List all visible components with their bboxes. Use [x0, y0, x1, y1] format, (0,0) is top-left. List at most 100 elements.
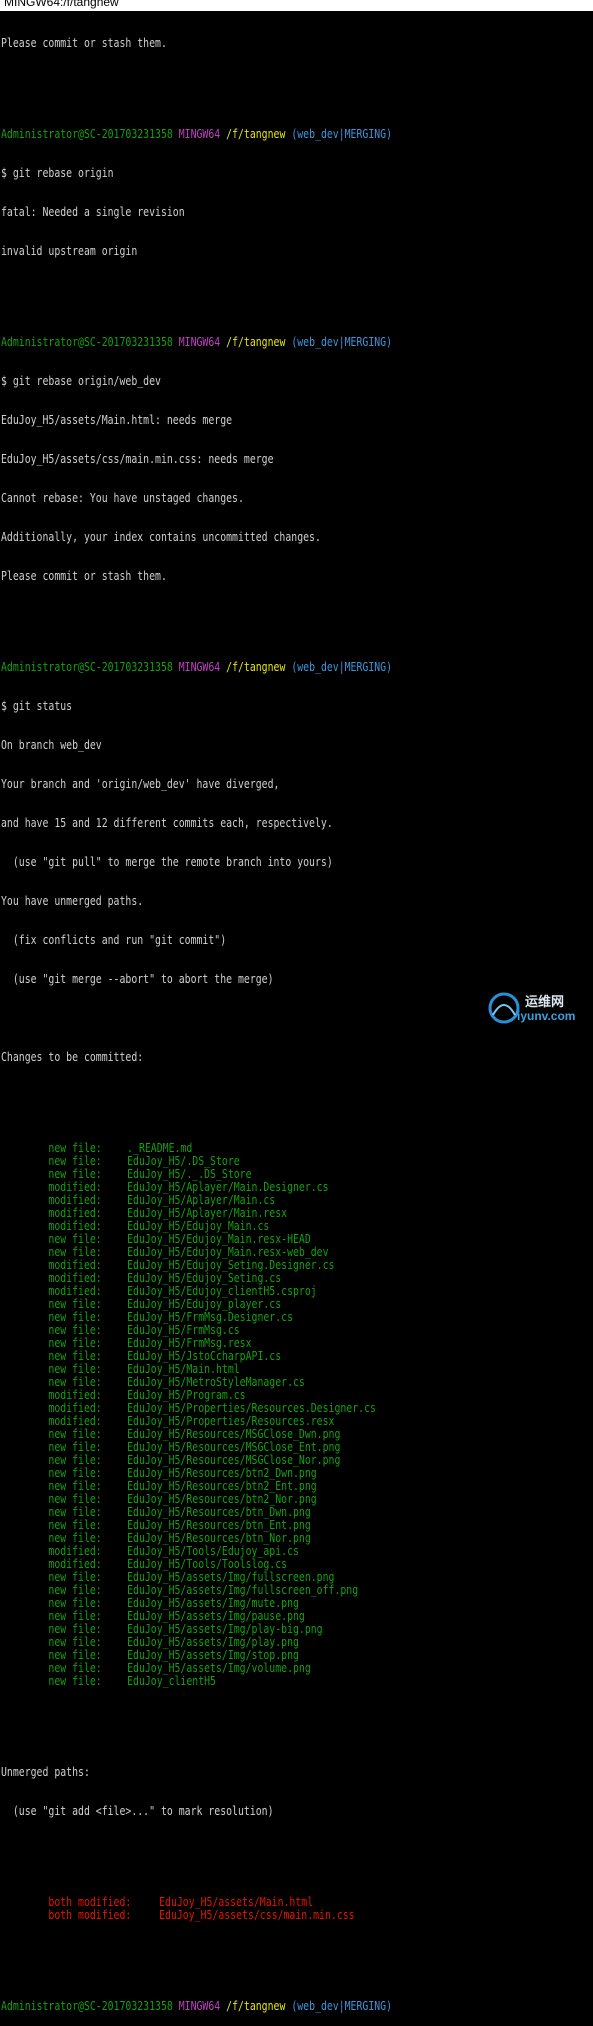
staged-file-row: new file: EduJoy_H5/assets/Img/volume.png	[1, 1662, 486, 1675]
prompt-branch: (web_dev|MERGING)	[291, 660, 393, 674]
window-titlebar[interactable]: MINGW64:/f/tangnew	[0, 0, 593, 11]
file-status: new file:	[48, 1375, 102, 1389]
status-line: (use "git pull" to merge the remote bran…	[1, 855, 333, 869]
file-path: EduJoy_H5/Resources/btn2_Nor.png	[127, 1492, 317, 1506]
prompt-user: Administrator@SC-201703231358	[1, 660, 173, 674]
file-status: new file:	[48, 1492, 102, 1506]
file-path: EduJoy_H5/assets/Img/mute.png	[127, 1596, 299, 1610]
file-status: modified:	[48, 1414, 102, 1428]
command-line: $ git status	[1, 699, 73, 713]
file-path: EduJoy_H5/assets/Img/fullscreen.png	[127, 1570, 335, 1584]
file-status: modified:	[48, 1206, 102, 1220]
file-status: new file:	[48, 1323, 102, 1337]
unmerged-file-row: both modified: EduJoy_H5/assets/css/main.…	[1, 1909, 486, 1922]
file-path: EduJoy_H5/Resources/btn_Dwn.png	[127, 1505, 311, 1519]
watermark: 运维网 iyunv.com	[487, 989, 587, 1029]
prompt-env: MINGW64	[178, 1999, 221, 2013]
file-path: EduJoy_H5/Resources/MSGClose_Dwn.png	[127, 1427, 341, 1441]
staged-file-row: new file: EduJoy_clientH5	[1, 1675, 486, 1688]
prompt-branch: (web_dev|MERGING)	[291, 1999, 393, 2013]
status-line: You have unmerged paths.	[1, 894, 144, 908]
file-status: new file:	[48, 1245, 102, 1259]
file-status: both modified:	[48, 1908, 132, 1922]
file-status: both modified:	[48, 1895, 132, 1909]
file-status: new file:	[48, 1232, 102, 1246]
status-line: On branch web_dev	[1, 738, 102, 752]
file-status: new file:	[48, 1635, 102, 1649]
file-status: new file:	[48, 1349, 102, 1363]
command-line: $ git rebase origin/web_dev	[1, 374, 161, 388]
file-status: new file:	[48, 1297, 102, 1311]
staged-file-row: new file: EduJoy_H5/FrmMsg.Designer.cs	[1, 1311, 486, 1324]
staged-file-row: new file: ._README.md	[1, 1142, 486, 1155]
file-path: EduJoy_H5/JstoCcharpAPI.cs	[127, 1349, 282, 1363]
file-path: EduJoy_H5/Tools/Edujoy_api.cs	[127, 1544, 299, 1558]
prompt-user: Administrator@SC-201703231358	[1, 127, 173, 141]
file-status: new file:	[48, 1622, 102, 1636]
file-path: EduJoy_H5/assets/css/main.min.css	[159, 1908, 355, 1922]
file-status: new file:	[48, 1609, 102, 1623]
status-line: (use "git merge --abort" to abort the me…	[1, 972, 274, 986]
prompt-branch: (web_dev|MERGING)	[291, 335, 393, 349]
output-line: Please commit or stash them.	[1, 569, 167, 583]
file-path: EduJoy_H5/assets/Img/stop.png	[127, 1648, 299, 1662]
prompt-line: Administrator@SC-201703231358 MINGW64 /f…	[1, 336, 486, 349]
file-status: new file:	[48, 1154, 102, 1168]
file-path: EduJoy_clientH5	[127, 1674, 216, 1688]
file-path: EduJoy_H5/Resources/MSGClose_Ent.png	[127, 1440, 341, 1454]
file-status: new file:	[48, 1427, 102, 1441]
output-line: invalid upstream origin	[1, 244, 138, 258]
file-status: new file:	[48, 1570, 102, 1584]
staged-file-row: new file: EduJoy_H5/JstoCcharpAPI.cs	[1, 1350, 486, 1363]
prompt-line: Administrator@SC-201703231358 MINGW64 /f…	[1, 2000, 486, 2013]
file-path: EduJoy_H5/Resources/btn_Ent.png	[127, 1518, 311, 1532]
output-line: EduJoy_H5/assets/css/main.min.css: needs…	[1, 452, 274, 466]
file-status: new file:	[48, 1518, 102, 1532]
prompt-branch: (web_dev|MERGING)	[291, 127, 393, 141]
file-path: EduJoy_H5/Edujoy_Main.resx-HEAD	[127, 1232, 311, 1246]
file-status: new file:	[48, 1505, 102, 1519]
file-path: EduJoy_H5/MetroStyleManager.cs	[127, 1375, 305, 1389]
output-line: Please commit or stash them.	[1, 36, 167, 50]
output-line: EduJoy_H5/assets/Main.html: needs merge	[1, 413, 233, 427]
file-status: modified:	[48, 1557, 102, 1571]
file-status: modified:	[48, 1284, 102, 1298]
file-path: ._README.md	[127, 1141, 193, 1155]
file-status: new file:	[48, 1661, 102, 1675]
file-path: EduJoy_H5/assets/Main.html	[159, 1895, 314, 1909]
file-status: modified:	[48, 1193, 102, 1207]
prompt-path: /f/tangnew	[226, 660, 286, 674]
file-path: EduJoy_H5/Resources/btn_Nor.png	[127, 1531, 311, 1545]
file-status: new file:	[48, 1362, 102, 1376]
file-path: EduJoy_H5/Edujoy_Seting.Designer.cs	[127, 1258, 335, 1272]
status-line: (fix conflicts and run "git commit")	[1, 933, 227, 947]
watermark-bottom-text: iyunv.com	[517, 1009, 576, 1023]
file-path: EduJoy_H5/assets/Img/volume.png	[127, 1661, 311, 1675]
output-line: Additionally, your index contains uncomm…	[1, 530, 321, 544]
prompt-line: Administrator@SC-201703231358 MINGW64 /f…	[1, 661, 486, 674]
output-line: fatal: Needed a single revision	[1, 205, 185, 219]
file-status: new file:	[48, 1596, 102, 1610]
file-path: EduJoy_H5/Aplayer/Main.resx	[127, 1206, 288, 1220]
file-path: EduJoy_H5/Tools/Toolslog.cs	[127, 1557, 288, 1571]
file-path: EduJoy_H5/Edujoy_Seting.cs	[127, 1271, 282, 1285]
file-path: EduJoy_H5/FrmMsg.resx	[127, 1336, 252, 1350]
prompt-path: /f/tangnew	[226, 127, 286, 141]
prompt-env: MINGW64	[178, 127, 221, 141]
prompt-user: Administrator@SC-201703231358	[1, 335, 173, 349]
file-status: modified:	[48, 1401, 102, 1415]
watermark-logo-icon	[488, 992, 520, 1024]
file-path: EduJoy_H5/Program.cs	[127, 1388, 246, 1402]
status-line: and have 15 and 12 different commits eac…	[1, 816, 333, 830]
file-path: EduJoy_H5/.DS_Store	[127, 1154, 240, 1168]
terminal-output[interactable]: Please commit or stash them. Administrat…	[1, 11, 486, 2026]
file-status: new file:	[48, 1167, 102, 1181]
file-path: EduJoy_H5/Edujoy_clientH5.csproj	[127, 1284, 317, 1298]
file-status: new file:	[48, 1674, 102, 1688]
